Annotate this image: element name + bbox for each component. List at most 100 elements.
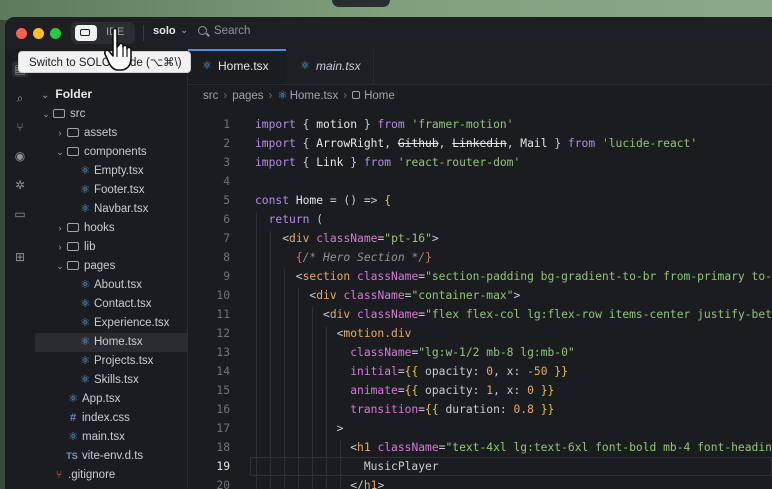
tree-folder-lib[interactable]: › lib — [35, 238, 207, 257]
extensions-icon[interactable]: ⊞ — [12, 249, 28, 265]
code-token: opacity: — [418, 384, 487, 397]
tree-folder-components[interactable]: ⌄ components — [35, 143, 207, 162]
code-line[interactable]: import { motion } from 'framer-motion' — [255, 118, 513, 131]
react-file-icon: ⚛ — [80, 336, 90, 348]
code-token: 'react-router-dom' — [397, 156, 521, 169]
tree-file-gitignore[interactable]: ⑂ .gitignore — [35, 466, 205, 485]
solo-mode-icon[interactable] — [75, 25, 97, 41]
line-number: 17 — [216, 422, 230, 435]
code-area[interactable]: 1 import { motion } from 'framer-motion' 2… — [188, 117, 772, 489]
breadcrumb-item[interactable]: src — [203, 90, 218, 102]
code-token: , — [506, 137, 521, 150]
code-token: className — [343, 289, 405, 302]
project-selector[interactable]: solo — [153, 25, 176, 37]
tree-folder-hooks[interactable]: › hooks — [35, 219, 207, 238]
line-number: 5 — [223, 194, 230, 207]
folder-icon — [67, 242, 79, 251]
line-number: 1 — [223, 118, 230, 131]
typescript-file-icon: TS — [66, 451, 78, 461]
tab-home-tsx[interactable]: ⚛ Home.tsx — [188, 49, 286, 84]
code-line[interactable]: <div className="container-max"> — [255, 289, 520, 302]
line-number: 20 — [216, 479, 230, 489]
code-line[interactable]: <div className="flex flex-col lg:flex-ro… — [255, 308, 772, 321]
search-bar[interactable]: Search — [198, 25, 250, 37]
search-icon — [198, 26, 207, 35]
code-token: { — [384, 194, 392, 207]
code-token: -50 — [527, 365, 548, 378]
breadcrumb-item[interactable]: Home — [364, 90, 395, 102]
code-token: }} — [533, 384, 555, 397]
zoom-window-button[interactable] — [50, 28, 61, 39]
debug-icon[interactable]: ✲ — [12, 177, 28, 193]
code-line[interactable]: animate={{ opacity: 1, x: 0 }} — [255, 384, 554, 397]
code-line[interactable]: MusicPlayer — [255, 460, 439, 473]
line-number: 14 — [216, 365, 230, 378]
code-token: > — [513, 289, 521, 302]
source-control-icon[interactable]: ⑂ — [12, 119, 28, 135]
code-token: Github — [397, 137, 439, 150]
line-number: 6 — [223, 213, 230, 226]
code-line[interactable]: </h1> — [255, 479, 384, 489]
code-token: { — [295, 251, 303, 264]
code-token: motion.div — [343, 327, 412, 340]
react-file-icon: ⚛ — [80, 355, 90, 367]
tree-folder-src[interactable]: ⌄ src — [35, 105, 193, 124]
symbol-icon — [352, 91, 361, 99]
css-file-icon: # — [69, 412, 77, 424]
code-token: > — [377, 479, 385, 489]
code-line[interactable]: {/* Hero Section */} — [255, 251, 432, 264]
code-token: div — [329, 308, 358, 321]
close-window-button[interactable] — [16, 28, 27, 39]
code-line[interactable]: transition={{ duration: 0.8 }} — [255, 403, 554, 416]
code-token: Mail — [520, 137, 548, 150]
code-line[interactable]: > — [255, 422, 344, 435]
code-token: < — [255, 441, 358, 454]
tree-item-label: main.tsx — [82, 431, 125, 443]
breadcrumb-item[interactable]: Home.tsx — [290, 90, 339, 102]
code-line[interactable]: import { ArrowRight, Github, Linkedin, M… — [255, 137, 697, 150]
code-token: < — [255, 270, 303, 283]
code-line[interactable]: <section className="section-padding bg-g… — [255, 270, 772, 283]
tab-main-tsx[interactable]: ⚛ main.tsx — [286, 49, 374, 84]
chevron-down-icon: ⌄ — [42, 109, 50, 119]
git-file-icon: ⑂ — [55, 469, 63, 481]
code-token: className — [350, 346, 412, 359]
code-line[interactable]: initial={{ opacity: 0, x: -50 }} — [255, 365, 568, 378]
folder-header[interactable]: ⌄ Folder — [41, 87, 92, 101]
code-line[interactable]: const Home = () => { — [255, 194, 391, 207]
tree-item-label: pages — [84, 260, 116, 272]
minimize-window-button[interactable] — [33, 28, 44, 39]
code-token: motion — [316, 118, 358, 131]
code-token: < — [255, 289, 317, 302]
react-file-icon: ⚛ — [80, 374, 90, 386]
breadcrumb-item[interactable]: pages — [232, 90, 263, 102]
file-explorer: ⌄ Folder ⌄ src › assets ⌄ components ⚛ Empty.… — [35, 49, 231, 489]
tree-folder-pages[interactable]: ⌄ pages — [35, 257, 207, 276]
code-token: { — [302, 118, 317, 131]
code-line[interactable]: <motion.div — [255, 327, 412, 340]
eye-icon[interactable]: ◉ — [12, 148, 28, 164]
tree-item-label: Footer.tsx — [94, 184, 145, 196]
code-line[interactable]: className="lg:w-1/2 mb-8 lg:mb-0" — [255, 346, 574, 359]
code-token: "text-4xl lg:text-6xl font-bold mb-4 fon… — [445, 441, 772, 454]
code-token: /* Hero Section */ — [302, 251, 426, 264]
code-token: h1 — [357, 441, 378, 454]
tab-label: main.tsx — [316, 59, 361, 73]
code-line[interactable]: <div className="pt-16"> — [255, 232, 438, 245]
code-token: > — [255, 422, 344, 435]
chevron-down-icon[interactable]: ⌄ — [180, 25, 188, 36]
tree-item-label: About.tsx — [94, 279, 142, 291]
preview-icon[interactable]: ▭ — [12, 206, 28, 222]
code-line[interactable]: import { Link } from 'react-router-dom' — [255, 156, 520, 169]
hand-pointer-cursor-icon — [104, 27, 132, 71]
tab-label: Home.tsx — [218, 59, 269, 73]
tree-item-label: lib — [84, 241, 96, 253]
tree-folder-assets[interactable]: › assets — [35, 124, 207, 143]
react-file-icon: ⚛ — [68, 393, 78, 405]
code-token: section — [302, 270, 358, 283]
search-files-icon[interactable]: ⌕ — [12, 90, 28, 106]
code-token: {{ — [404, 365, 419, 378]
code-line[interactable]: return ( — [255, 213, 323, 226]
code-line[interactable]: <h1 className="text-4xl lg:text-6xl font… — [255, 441, 772, 454]
